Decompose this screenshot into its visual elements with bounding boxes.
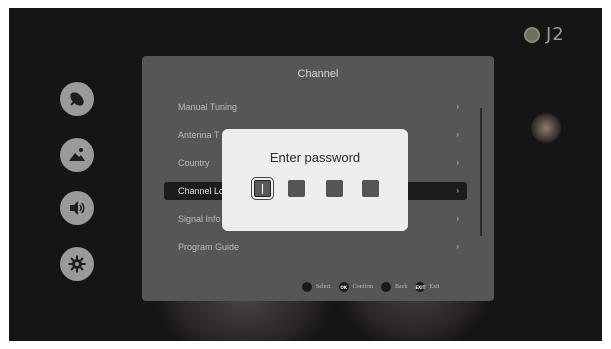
pin-digit-1[interactable]: [251, 177, 274, 200]
picture-icon: [69, 148, 85, 161]
chevron-right-icon: ›: [456, 102, 459, 111]
sidebar-item-picture[interactable]: [60, 138, 94, 172]
menu-item-label: Signal Info: [178, 214, 221, 224]
menu-item-label: Country: [178, 158, 210, 168]
exit-icon: EXIT: [415, 282, 425, 292]
menu-item-manual-tuning[interactable]: Manual Tuning ›: [164, 98, 467, 116]
hint-exit-label: Exit: [429, 284, 440, 290]
dpad-icon: [302, 282, 312, 292]
dialog-title: Enter password: [269, 150, 361, 165]
hint-select-label: Select: [316, 284, 331, 290]
scrollbar[interactable]: [480, 108, 482, 236]
chevron-right-icon: ›: [456, 130, 459, 139]
password-dialog: Enter password: [222, 129, 408, 231]
ok-icon: OK: [338, 282, 349, 292]
menu-item-program-guide[interactable]: Program Guide ›: [164, 238, 467, 256]
text-caret: [262, 184, 263, 194]
menu-item-label: Antenna T: [178, 130, 220, 140]
brand-logo: J2: [524, 24, 565, 45]
chevron-right-icon: ›: [456, 158, 459, 167]
logo-circle-icon: [524, 26, 540, 43]
satellite-icon: [70, 92, 84, 106]
chevron-right-icon: ›: [456, 242, 459, 251]
sound-icon: [70, 201, 85, 215]
pin-digit-4[interactable]: [362, 180, 379, 197]
tv-screen: J2 Channel Manual Tuning › Antenna T › C…: [9, 8, 602, 341]
hint-back-label: Back: [395, 284, 408, 290]
sidebar-item-satellite[interactable]: [60, 82, 94, 116]
panel-title: Channel: [297, 68, 339, 80]
hint-confirm-label: Confirm: [352, 284, 374, 290]
back-icon: [381, 282, 392, 292]
chevron-right-icon: ›: [456, 214, 459, 223]
chevron-right-icon: ›: [456, 186, 459, 195]
menu-item-label: Manual Tuning: [178, 102, 238, 112]
sidebar-item-settings[interactable]: [60, 247, 94, 281]
menu-item-label: Program Guide: [178, 242, 240, 252]
pin-digit-2[interactable]: [288, 180, 305, 197]
logo-text: J2: [546, 24, 565, 45]
key-hints-footer: Select OK Confirm Back EXIT Exit: [302, 280, 443, 294]
menu-item-label: Channel Lo: [178, 186, 225, 196]
sidebar-item-sound[interactable]: [60, 191, 94, 225]
background-light: [531, 113, 561, 143]
pin-digit-3[interactable]: [326, 180, 343, 197]
settings-gear-icon: [68, 255, 86, 273]
